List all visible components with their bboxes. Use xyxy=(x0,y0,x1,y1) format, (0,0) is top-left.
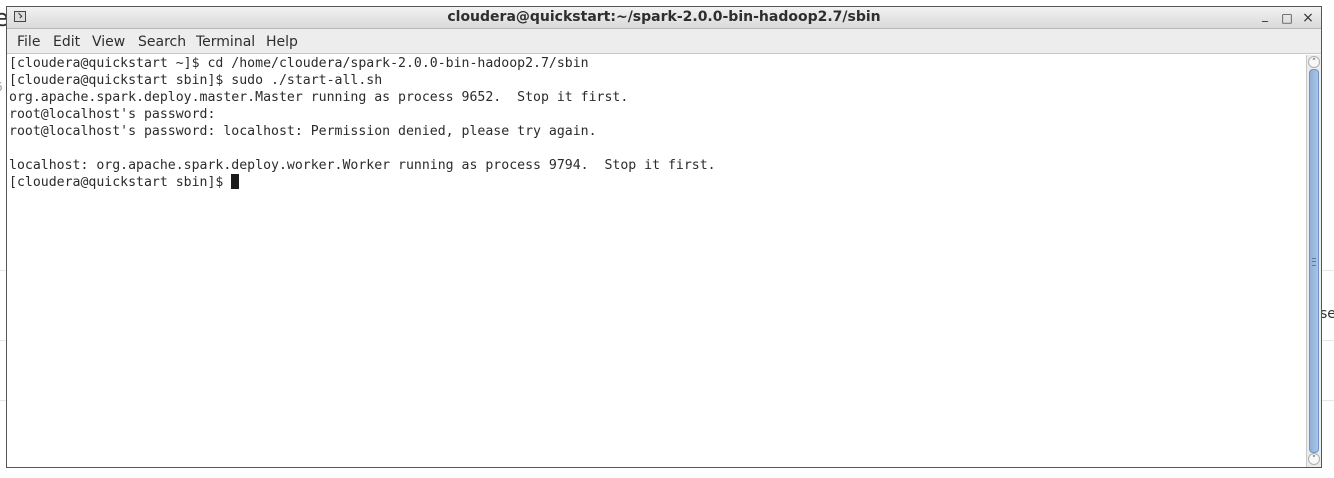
menu-terminal[interactable]: Terminal xyxy=(196,34,255,50)
terminal-line: localhost: org.apache.spark.deploy.worke… xyxy=(9,158,716,173)
menu-help[interactable]: Help xyxy=(266,34,298,50)
menu-search[interactable]: Search xyxy=(138,34,186,50)
close-button[interactable]: × xyxy=(1300,10,1316,26)
chevron-down-icon[interactable]: ˅ xyxy=(1308,453,1320,465)
terminal-line: org.apache.spark.deploy.master.Master ru… xyxy=(9,90,629,105)
terminal-line: root@localhost's password: xyxy=(9,107,224,122)
background-fragment: se xyxy=(1320,306,1334,322)
grip-icon xyxy=(1312,258,1316,266)
menu-edit[interactable]: Edit xyxy=(53,34,80,50)
maximize-button[interactable]: □ xyxy=(1279,10,1295,26)
terminal-line: root@localhost's password: localhost: Pe… xyxy=(9,124,597,139)
menu-view[interactable]: View xyxy=(92,34,125,50)
title-bar[interactable]: cloudera@quickstart:~/spark-2.0.0-bin-ha… xyxy=(7,7,1321,29)
window-title: cloudera@quickstart:~/spark-2.0.0-bin-ha… xyxy=(447,9,881,25)
terminal-prompt-line: [cloudera@quickstart sbin]$ xyxy=(9,174,240,191)
minimize-button[interactable]: _ xyxy=(1257,7,1273,23)
terminal-line: [cloudera@quickstart ~]$ cd /home/cloude… xyxy=(9,56,589,71)
menu-file[interactable]: File xyxy=(17,34,40,50)
chevron-up-icon[interactable]: ˄ xyxy=(1308,56,1320,68)
terminal-window: cloudera@quickstart:~/spark-2.0.0-bin-ha… xyxy=(6,6,1322,468)
background-fragment: 6 xyxy=(0,80,3,94)
terminal-prompt: [cloudera@quickstart sbin]$ xyxy=(9,175,232,190)
text-cursor xyxy=(231,174,240,189)
terminal-output[interactable]: [cloudera@quickstart ~]$ cd /home/cloude… xyxy=(7,55,1306,467)
terminal-line: [cloudera@quickstart sbin]$ sudo ./start… xyxy=(9,73,383,88)
scrollbar-thumb[interactable] xyxy=(1309,69,1319,453)
menu-bar: File Edit View Search Terminal Help xyxy=(7,29,1321,54)
vertical-scrollbar[interactable]: ˄ ˅ xyxy=(1306,55,1321,467)
